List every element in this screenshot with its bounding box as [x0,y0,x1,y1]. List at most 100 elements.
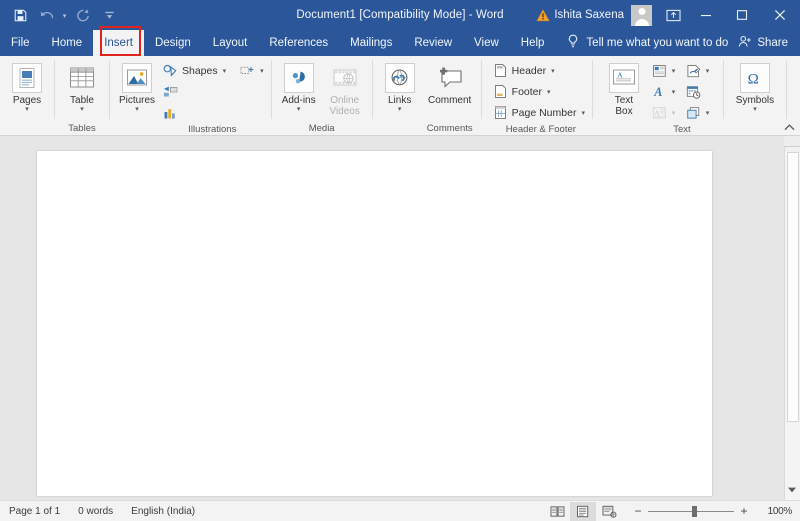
print-layout-view-button[interactable] [570,501,596,521]
table-button[interactable]: Table ▾ [59,59,105,114]
online-video-icon [330,63,360,93]
new-comment-button[interactable]: Comment [423,59,477,106]
page-info[interactable]: Page 1 of 1 [0,506,69,517]
vertical-scrollbar[interactable] [784,136,800,500]
tab-view[interactable]: View [463,30,510,56]
zoom-slider[interactable]: − + 100% [622,505,796,517]
header-dropdown-icon[interactable]: ▾ [551,67,555,75]
account-name[interactable]: Ishita Saxena [552,9,631,21]
status-bar: Page 1 of 1 0 words English (India) − + … [0,500,800,521]
svg-text:A: A [653,85,662,99]
tell-me-search[interactable]: Tell me what you want to do [567,30,728,56]
online-videos-button[interactable]: Online Videos [322,59,368,117]
zoom-track[interactable] [648,505,734,517]
screenshot-button[interactable]: ▾ [237,60,267,81]
zoom-thumb[interactable] [692,505,697,517]
add-ins-button[interactable]: Add-ins ▾ [276,59,322,114]
signature-line-icon[interactable] [685,62,702,79]
shapes-button[interactable]: Shapes ▾ [160,60,229,81]
symbols-dropdown-icon[interactable]: ▾ [753,106,757,114]
tab-references[interactable]: References [258,30,339,56]
new-comment-label: Comment [427,95,472,106]
page-number-button[interactable]: Page Number ▾ [490,102,588,123]
footer-dropdown-icon[interactable]: ▾ [547,88,551,96]
group-label-media: Media [308,123,335,134]
tell-me-label: Tell me what you want to do [586,37,729,49]
links-dropdown-icon[interactable]: ▾ [398,106,402,114]
table-dropdown-icon[interactable]: ▾ [80,106,84,114]
symbols-button[interactable]: Ω Symbols ▾ [728,59,782,114]
header-label: Header [511,64,547,77]
save-icon[interactable] [8,3,32,27]
object-icon[interactable] [685,104,702,121]
zoom-level[interactable]: 100% [754,506,796,517]
language-indicator[interactable]: English (India) [122,506,204,517]
zoom-in-button[interactable]: + [738,505,750,517]
smartart-button[interactable] [160,81,229,102]
signature-line-dropdown-icon[interactable]: ▾ [702,67,713,75]
undo-dropdown-icon[interactable]: ▾ [60,3,69,27]
pictures-button[interactable]: Pictures ▾ [114,59,160,114]
footer-button[interactable]: Footer ▾ [490,81,588,102]
close-button[interactable] [760,0,800,30]
ribbon: Pages ▾ Table ▾ Tables Pictures ▾ Shapes… [0,56,800,136]
group-label-illustrations: Illustrations [188,124,237,135]
pictures-dropdown-icon[interactable]: ▾ [135,106,139,114]
date-time-icon[interactable] [685,83,702,100]
tab-file[interactable]: File [0,30,41,56]
avatar[interactable] [631,4,652,26]
group-label-comments: Comments [426,123,473,134]
group-label-symbols [724,123,786,136]
share-button[interactable]: Share [738,30,800,56]
ribbon-group-symbols: Ω Symbols ▾ [724,56,786,135]
tab-home[interactable]: Home [41,30,94,56]
tab-review[interactable]: Review [403,30,463,56]
wordart-dropdown-icon[interactable]: ▾ [668,88,679,96]
window-splitter[interactable] [784,136,800,147]
word-count[interactable]: 0 words [69,506,122,517]
drop-cap-dropdown-icon[interactable]: ▾ [668,109,679,117]
zoom-out-button[interactable]: − [632,505,644,517]
text-box-icon: A [608,63,639,93]
maximize-button[interactable] [724,0,760,30]
customize-quick-access-toolbar-icon[interactable] [97,3,121,27]
header-button[interactable]: Header ▾ [490,60,588,81]
pages-icon [12,63,42,93]
document-page[interactable] [37,151,712,496]
scrollbar-thumb[interactable] [786,152,799,422]
text-box-button[interactable]: A Text Box [597,59,651,117]
collapse-ribbon-icon[interactable] [782,120,796,134]
object-dropdown-icon[interactable]: ▾ [702,109,713,117]
quick-parts-dropdown-icon[interactable]: ▾ [668,67,679,75]
page-number-dropdown-icon[interactable]: ▾ [581,109,585,117]
tab-layout[interactable]: Layout [202,30,259,56]
read-mode-view-button[interactable] [544,502,570,521]
header-icon [493,63,508,78]
select-browse-object-icon[interactable] [785,483,799,497]
wordart-icon[interactable]: A [651,83,668,100]
quick-parts-icon[interactable] [651,62,668,79]
document-scroll-pane[interactable] [0,136,784,500]
tab-design[interactable]: Design [144,30,202,56]
pages-dropdown-icon[interactable]: ▾ [25,106,29,114]
tab-mailings[interactable]: Mailings [339,30,403,56]
pictures-icon [122,63,152,93]
add-ins-dropdown-icon[interactable]: ▾ [297,106,301,114]
tab-insert[interactable]: Insert [93,30,144,56]
links-button[interactable]: Links ▾ [377,59,423,114]
undo-icon[interactable] [34,3,58,27]
tab-help[interactable]: Help [510,30,556,56]
minimize-button[interactable] [688,0,724,30]
page-number-label: Page Number [511,106,577,119]
scrollbar-track[interactable] [784,152,800,500]
redo-icon[interactable] [71,3,95,27]
ribbon-display-options-icon[interactable] [658,3,688,27]
web-layout-view-button[interactable] [596,502,622,521]
pages-button[interactable]: Pages ▾ [4,59,50,114]
shapes-label: Shapes [182,64,218,77]
screenshot-dropdown-icon[interactable]: ▾ [260,67,264,75]
shapes-dropdown-icon[interactable]: ▾ [223,67,227,75]
drop-cap-icon[interactable]: A [651,104,668,121]
group-divider [785,60,787,119]
chart-button[interactable] [160,102,229,123]
